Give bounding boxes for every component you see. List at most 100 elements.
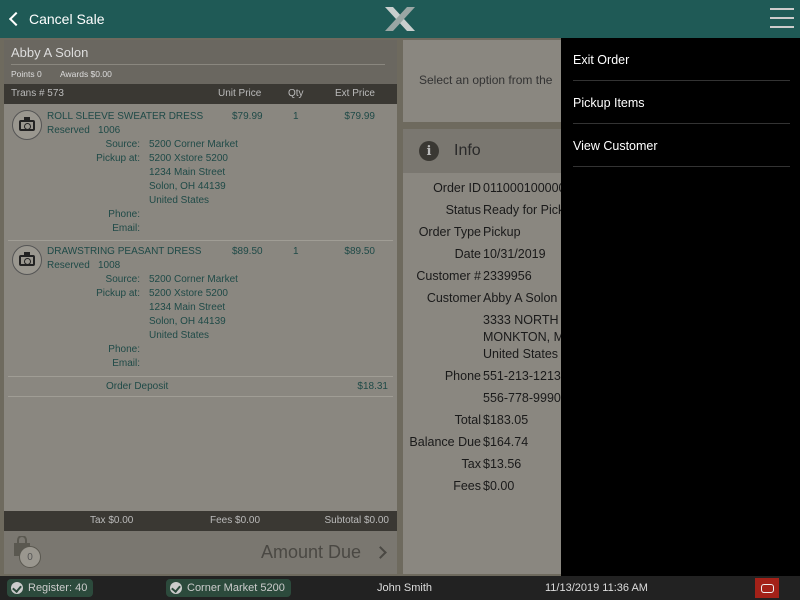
items-table-header: Trans # 573 Unit Price Qty Ext Price — [4, 84, 397, 104]
amount-due-label: Amount Due — [260, 542, 361, 562]
info-value: 011000100000 — [483, 181, 566, 195]
register-label: Register: 40 — [28, 582, 88, 594]
awards-text: Awards $0.00 — [60, 69, 112, 79]
order-info: Order ID 011000100000 Status Ready for P… — [403, 173, 566, 574]
check-icon — [11, 582, 23, 594]
source-label: Source: — [105, 139, 140, 150]
info-value: 3333 NORTH — [483, 313, 559, 327]
status-bar: Register: 40 Corner Market 5200 John Smi… — [0, 576, 800, 600]
info-value: 551-213-1213 — [483, 369, 561, 383]
divider — [8, 240, 393, 241]
item-qty: 1 — [293, 111, 299, 122]
transaction-panel: Abby A Solon Points 0 Awards $0.00 Trans… — [4, 40, 397, 574]
info-label: Customer # — [416, 269, 481, 283]
item-number: 1006 — [98, 125, 121, 136]
pickup-label: Pickup at: — [96, 288, 140, 299]
info-label: Order ID — [433, 181, 481, 195]
item-status: Reserved — [47, 125, 90, 136]
menu-item-label: View Customer — [573, 139, 658, 153]
info-label: Customer — [426, 291, 481, 305]
customer-header[interactable]: Abby A Solon Points 0 Awards $0.00 — [4, 40, 397, 84]
info-label: Tax — [461, 457, 481, 471]
pickup-line: 1234 Main Street — [149, 302, 226, 313]
store-badge[interactable]: Corner Market 5200 — [166, 579, 291, 597]
info-label: Status — [445, 203, 481, 217]
col-ext-price: Ext Price — [334, 88, 375, 99]
info-label: Total — [454, 413, 481, 427]
info-title: Info — [454, 142, 481, 159]
deposit-amount: $18.31 — [357, 381, 388, 392]
chevron-left-icon — [8, 11, 24, 27]
trans-number: Trans # 573 — [11, 88, 64, 99]
hamburger-icon[interactable] — [770, 8, 794, 28]
info-value: MONKTON, M — [483, 330, 565, 344]
menu-item-exit-order[interactable]: Exit Order — [573, 38, 790, 81]
item-name: ROLL SLEEVE SWEATER DRESS — [47, 111, 204, 122]
menu-item-pickup-items[interactable]: Pickup Items — [573, 81, 790, 124]
menu-item-label: Exit Order — [573, 53, 630, 67]
info-label: Fees — [453, 479, 481, 493]
points-text: Points 0 — [11, 69, 42, 79]
pickup-line: United States — [149, 195, 210, 206]
email-label: Email: — [112, 358, 140, 369]
info-value: United States — [483, 347, 559, 361]
camera-icon[interactable] — [12, 110, 42, 140]
info-value: 556-778-9990 — [483, 391, 561, 405]
prompt-box: Select an option from the — [403, 40, 563, 122]
info-value: 10/31/2019 — [483, 247, 546, 261]
side-menu: Exit Order Pickup Items View Customer — [561, 38, 800, 576]
item-unit-price: $79.99 — [232, 111, 263, 122]
info-value: $13.56 — [483, 457, 522, 471]
info-value: 2339956 — [483, 269, 532, 283]
cancel-sale-button[interactable]: Cancel Sale — [6, 8, 105, 30]
info-label: Phone — [444, 369, 481, 383]
source-value: 5200 Corner Market — [149, 139, 238, 150]
item-ext-price: $79.99 — [344, 111, 375, 122]
tax-total: Tax $0.00 — [90, 515, 134, 526]
pickup-line: United States — [149, 330, 210, 341]
fees-total: Fees $0.00 — [210, 515, 261, 526]
camera-icon[interactable] — [12, 245, 42, 275]
divider — [11, 64, 385, 65]
customer-name: Abby A Solon — [11, 45, 89, 60]
source-label: Source: — [105, 274, 140, 285]
x-logo-icon — [385, 7, 415, 31]
info-value: $183.05 — [483, 413, 529, 427]
info-value: $164.74 — [483, 435, 529, 449]
menu-item-label: Pickup Items — [573, 96, 645, 110]
pickup-line: 1234 Main Street — [149, 167, 226, 178]
info-label: Date — [454, 247, 481, 261]
deposit-label: Order Deposit — [106, 381, 169, 392]
store-label: Corner Market 5200 — [187, 582, 285, 594]
info-header: i Info — [403, 129, 563, 173]
divider — [8, 376, 393, 377]
item-unit-price: $89.50 — [232, 246, 263, 257]
totals-bar: Tax $0.00 Fees $0.00 Subtotal $0.00 — [4, 511, 397, 531]
item-ext-price: $89.50 — [344, 246, 375, 257]
cancel-sale-label: Cancel Sale — [29, 11, 105, 27]
line-item[interactable]: ROLL SLEEVE SWEATER DRESS $79.99 1 $79.9… — [4, 108, 397, 238]
pickup-line: 5200 Xstore 5200 — [149, 153, 228, 164]
subtotal: Subtotal $0.00 — [324, 515, 390, 526]
top-bar: Cancel Sale — [0, 0, 800, 38]
info-icon: i — [419, 141, 439, 161]
pickup-label: Pickup at: — [96, 153, 140, 164]
amount-due-button[interactable]: 0 Amount Due — [4, 531, 397, 574]
col-unit-price: Unit Price — [218, 88, 262, 99]
pickup-line: 5200 Xstore 5200 — [149, 288, 228, 299]
line-item[interactable]: DRAWSTRING PEASANT DRESS $89.50 1 $89.50… — [4, 243, 397, 373]
prompt-text: Select an option from the — [419, 73, 553, 87]
date-time: 11/13/2019 11:36 AM — [545, 582, 648, 594]
info-value: $0.00 — [483, 479, 515, 493]
col-qty: Qty — [288, 88, 304, 99]
email-label: Email: — [112, 223, 140, 234]
bag-count-badge: 0 — [19, 546, 41, 568]
info-value: Abby A Solon — [483, 291, 558, 305]
check-icon — [170, 582, 182, 594]
oracle-icon[interactable] — [755, 578, 779, 598]
menu-item-view-customer[interactable]: View Customer — [573, 124, 790, 167]
divider — [8, 396, 393, 397]
register-badge[interactable]: Register: 40 — [7, 579, 94, 597]
phone-label: Phone: — [108, 344, 140, 355]
pickup-line: Solon, OH 44139 — [149, 181, 226, 192]
